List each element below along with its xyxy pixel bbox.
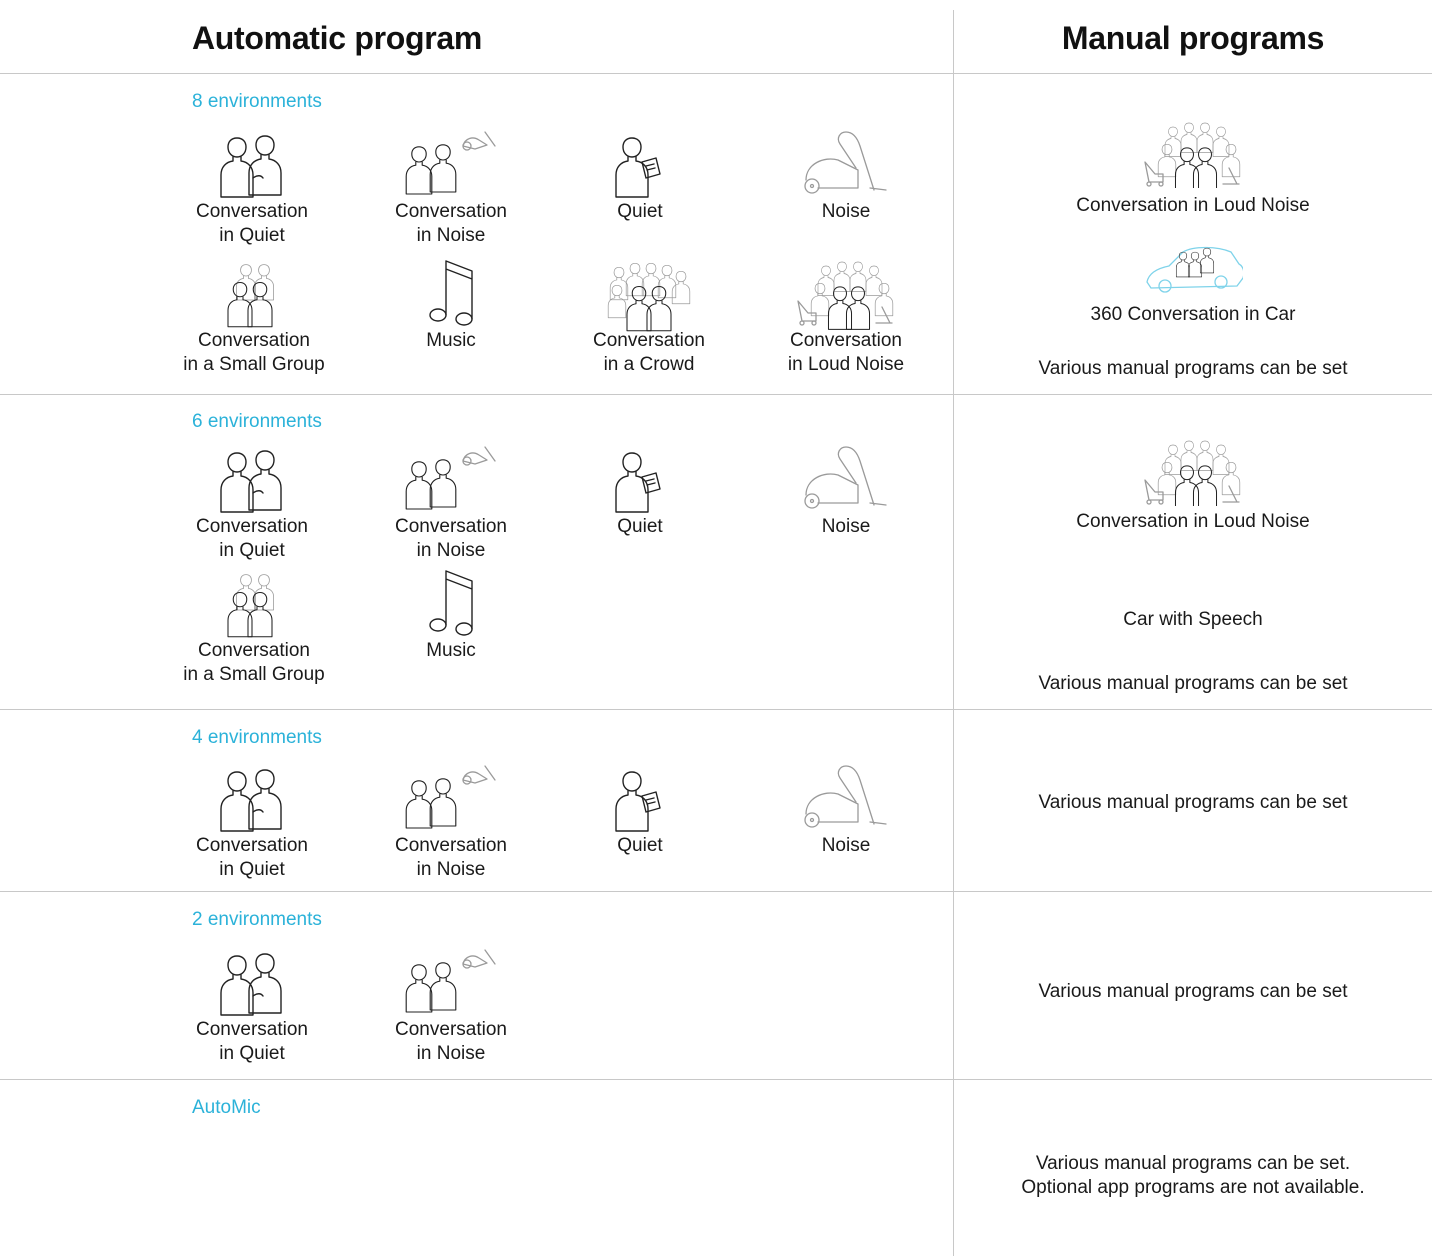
manual-conversation-loud-noise: Conversation in Loud Noise — [954, 118, 1432, 218]
program-conversation-crowd: Conversation in a Crowd — [549, 253, 749, 377]
program-conversation-in-quiet: Conversation in Quiet — [152, 758, 352, 882]
person-reading-icon — [615, 452, 661, 513]
two-people-icon — [220, 135, 282, 198]
small-group-icon — [227, 574, 274, 638]
program-quiet: Quiet — [540, 439, 740, 539]
manual-360-conversation-in-car: 360 Conversation in Car — [954, 238, 1432, 327]
program-noise: Noise — [746, 439, 946, 539]
crowd-loud-noise-icon — [1144, 122, 1241, 188]
person-reading-icon — [615, 137, 661, 198]
manual-conversation-loud-noise: Conversation in Loud Noise — [954, 436, 1432, 534]
manual-various-programs: Various manual programs can be set — [1038, 358, 1348, 379]
program-conversation-in-quiet: Conversation in Quiet — [152, 942, 352, 1066]
two-people-icon — [220, 450, 282, 513]
person-reading-icon — [615, 771, 661, 832]
small-group-icon — [227, 264, 274, 328]
two-people-noise-icon — [405, 949, 496, 1013]
env-label-automic: AutoMic — [192, 1097, 261, 1118]
car-conversation-icon — [1146, 246, 1243, 293]
crowd-loud-noise-icon — [1144, 440, 1241, 506]
vacuum-cleaner-icon — [804, 765, 887, 828]
program-quiet: Quiet — [540, 124, 740, 224]
env-label-8: 8 environments — [192, 91, 322, 112]
program-music: Music — [351, 563, 551, 663]
two-people-noise-icon — [405, 765, 496, 829]
program-conversation-in-noise: Conversation in Noise — [351, 439, 551, 563]
manual-various-programs-no-app: Various manual programs can be set. Opti… — [1021, 1153, 1365, 1198]
two-people-icon — [220, 953, 282, 1016]
program-noise: Noise — [746, 124, 946, 224]
row-divider — [0, 891, 1432, 892]
program-noise: Noise — [746, 758, 946, 858]
row-divider — [0, 709, 1432, 710]
row-divider — [0, 73, 1432, 74]
row-divider — [0, 1079, 1432, 1080]
program-conversation-loud-noise: Conversation in Loud Noise — [746, 253, 946, 377]
music-note-icon — [429, 260, 473, 326]
manual-various-programs: Various manual programs can be set — [1038, 673, 1348, 694]
two-people-noise-icon — [405, 446, 496, 510]
manual-car-with-speech: Car with Speech — [1123, 609, 1263, 630]
manual-various-programs: Various manual programs can be set — [1038, 792, 1348, 813]
crowd-icon — [607, 262, 691, 332]
env-label-4: 4 environments — [192, 727, 322, 748]
vacuum-cleaner-icon — [804, 446, 887, 509]
vacuum-cleaner-icon — [804, 131, 887, 194]
program-conversation-in-quiet: Conversation in Quiet — [152, 439, 352, 563]
row-divider — [0, 394, 1432, 395]
table-header: Automatic program Manual programs — [0, 0, 1432, 74]
manual-programs-heading: Manual programs — [1061, 20, 1325, 56]
two-people-noise-icon — [405, 131, 496, 195]
program-music: Music — [351, 253, 551, 353]
program-conversation-in-noise: Conversation in Noise — [351, 758, 551, 882]
program-conversation-small-group: Conversation in a Small Group — [154, 563, 354, 687]
music-note-icon — [429, 570, 473, 636]
program-conversation-in-noise: Conversation in Noise — [351, 124, 551, 248]
env-label-6: 6 environments — [192, 411, 322, 432]
manual-various-programs: Various manual programs can be set — [1038, 981, 1348, 1002]
program-conversation-in-noise: Conversation in Noise — [351, 942, 551, 1066]
crowd-loud-noise-icon — [797, 261, 894, 330]
env-label-2: 2 environments — [192, 909, 322, 930]
two-people-icon — [220, 769, 282, 832]
program-conversation-in-quiet: Conversation in Quiet — [152, 124, 352, 248]
program-quiet: Quiet — [540, 758, 740, 858]
automatic-program-heading: Automatic program — [192, 20, 483, 56]
program-conversation-small-group: Conversation in a Small Group — [154, 253, 354, 377]
